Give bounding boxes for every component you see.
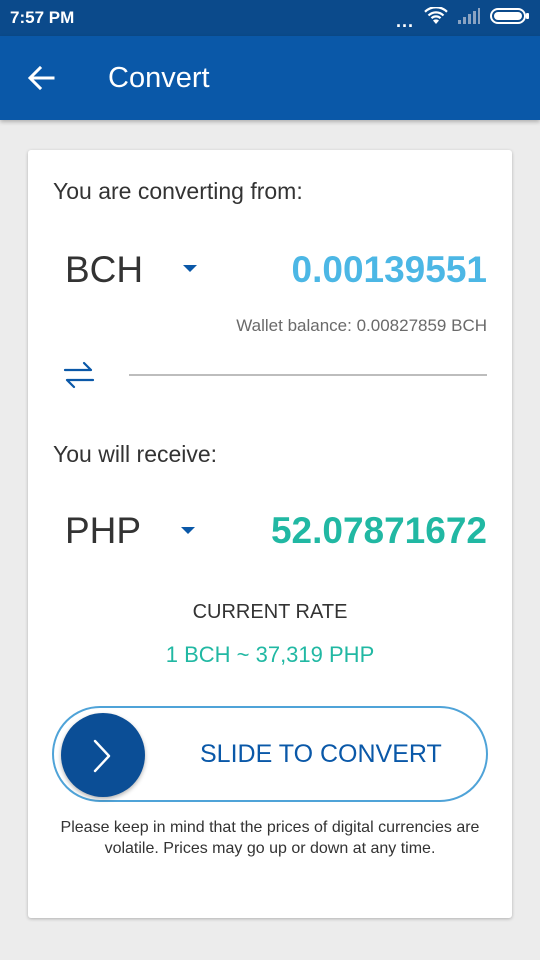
wifi-icon — [424, 5, 448, 30]
current-rate-title: CURRENT RATE — [192, 601, 348, 623]
from-dropdown-icon[interactable] — [183, 265, 197, 272]
convert-card: You are converting from: BCH 0.00139551 … — [28, 150, 512, 918]
to-label: You will receive: — [53, 441, 218, 467]
more-dots-icon: ... — [395, 11, 414, 31]
slider-handle[interactable] — [61, 713, 145, 797]
slide-to-convert-slider[interactable]: SLIDE TO CONVERT — [52, 706, 488, 802]
back-arrow-icon[interactable] — [26, 63, 56, 93]
slide-to-convert-label: SLIDE TO CONVERT — [200, 740, 442, 768]
current-rate-value: 1 BCH ~ 37,319 PHP — [165, 642, 375, 667]
app-bar: Convert — [0, 36, 540, 120]
system-icons: ... — [395, 5, 530, 31]
from-amount-input[interactable]: 0.00139551 — [292, 249, 487, 291]
chevron-right-icon — [93, 739, 111, 773]
volatility-note: Please keep in mind that the prices of d… — [60, 819, 480, 857]
from-currency[interactable]: BCH — [65, 249, 143, 291]
status-bar: 7:57 PM ... — [0, 0, 540, 36]
from-label: You are converting from: — [53, 178, 303, 204]
wallet-balance: Wallet balance: 0.00827859 BCH — [236, 316, 487, 335]
to-dropdown-icon[interactable] — [181, 527, 195, 534]
signal-icon — [458, 7, 480, 29]
status-time: 7:57 PM — [10, 8, 75, 27]
swap-icon[interactable] — [62, 360, 96, 390]
to-amount[interactable]: 52.07871672 — [271, 510, 487, 552]
to-currency[interactable]: PHP — [65, 510, 141, 552]
battery-icon — [490, 7, 530, 30]
page-title: Convert — [108, 62, 210, 94]
divider — [129, 374, 487, 376]
